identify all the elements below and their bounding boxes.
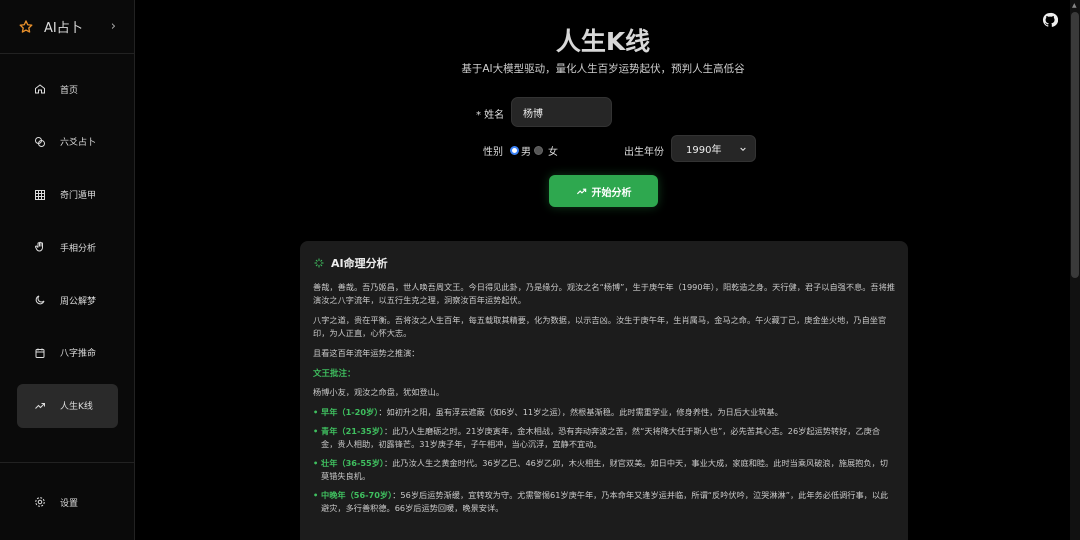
sidebar-nav: 首页 六爻占卜 奇门遁甲 手相分析 周公解梦 八字推命 人生K线 — [17, 67, 118, 437]
page-title: 人生K线 — [555, 27, 651, 56]
list-item-key: 壮年（36-55岁） — [321, 458, 385, 468]
sidebar-item-kline[interactable]: 人生K线 — [17, 383, 118, 428]
result-section-title: 文王批注： — [313, 369, 356, 379]
list-item-text: ：此乃汝人生之黄金时代。36岁乙巳、46岁乙卯，木火相生，财官双美。如日中天，事… — [321, 458, 888, 481]
list-item: • 青年（21-35岁）：此乃人生磨砺之时。21岁庚寅年，金木相战，恐有奔动奔波之… — [313, 426, 881, 449]
calendar-icon — [35, 348, 45, 358]
sidebar-item-label: 奇门遁甲 — [60, 191, 97, 202]
sidebar-item-label: 八字推命 — [60, 349, 97, 360]
sidebar-item-label: 人生K线 — [60, 402, 93, 413]
gender-radio-group: 男 女 — [510, 143, 558, 158]
result-header: AI命理分析 — [313, 255, 895, 271]
brand-title: AI占卜 — [44, 21, 83, 36]
sidebar-footer: 设置 — [0, 462, 135, 540]
chevron-right-icon[interactable]: › — [111, 19, 116, 34]
sidebar-item-dream[interactable]: 周公解梦 — [17, 278, 118, 322]
name-input[interactable] — [511, 97, 612, 127]
birth-year-label: 出生年份 — [624, 147, 664, 158]
sidebar-item-qimen[interactable]: 奇门遁甲 — [17, 173, 118, 217]
list-item: • 壮年（36-55岁）：此乃汝人生之黄金时代。36岁乙巳、46岁乙卯，木火相生，… — [313, 458, 888, 481]
gender-label: 性别 — [483, 147, 503, 158]
list-item-key: 早年（1-20岁） — [321, 407, 379, 417]
hand-icon — [34, 242, 43, 252]
list-item-text: ：此乃人生磨砺之时。21岁庚寅年，金木相战，恐有奔动奔波之苦，然“天将降大任于斯… — [321, 426, 881, 449]
list-item-key: 青年（21-35岁） — [321, 426, 385, 436]
result-paragraph: 且看这百年流年运势之推演： — [313, 348, 420, 358]
scrollbar-track[interactable]: ▲ — [1070, 0, 1080, 540]
gender-male-label[interactable]: 男 — [521, 143, 531, 158]
list-item-text: ：56岁后运势渐缓，宜转攻为守。尤需警惕61岁庚午年，乃本命年又逢岁运并临，所谓… — [321, 490, 889, 513]
scroll-up-arrow[interactable]: ▲ — [1072, 2, 1078, 9]
sidebar: AI占卜 › 首页 六爻占卜 奇门遁甲 手相分析 周公解梦 八字推命 人生K线 … — [0, 0, 135, 540]
list-item: • 中晚年（56-70岁）：56岁后运势渐缓，宜转攻为守。尤需警惕61岁庚午年，乃… — [313, 490, 889, 513]
grid-icon — [35, 189, 45, 200]
list-item-text: ：如初升之阳，虽有浮云遮蔽（如6岁、11岁之运），然根基渐稳。此时需重学业，修身… — [378, 407, 783, 417]
sidebar-item-home[interactable]: 首页 — [17, 67, 118, 111]
sidebar-item-label: 首页 — [60, 85, 79, 96]
result-paragraph: 杨博小友，观汝之命盘，犹如登山。 — [313, 387, 445, 397]
home-icon — [35, 84, 45, 94]
sidebar-item-liuyao[interactable]: 六爻占卜 — [17, 120, 118, 164]
main-content: 人生K线 基于AI大模型驱动，量化人生百岁运势起伏，预判人生高低谷 * 姓名 性… — [136, 0, 1070, 540]
sidebar-item-bazi[interactable]: 八字推命 — [17, 331, 118, 375]
settings-label: 设置 — [60, 498, 79, 509]
trending-up-icon — [35, 402, 45, 409]
gender-female-radio[interactable] — [534, 146, 543, 155]
sidebar-brand[interactable]: AI占卜 › — [0, 0, 134, 54]
sparkle-icon — [314, 258, 324, 268]
start-analysis-button[interactable]: 开始分析 — [549, 175, 658, 207]
gender-male-radio[interactable] — [510, 146, 519, 155]
page-subtitle: 基于AI大模型驱动，量化人生百岁运势起伏，预判人生高低谷 — [461, 63, 745, 75]
list-item-key: 中晚年（56-70岁） — [321, 490, 393, 500]
scrollbar-thumb[interactable] — [1071, 12, 1079, 278]
start-analysis-label: 开始分析 — [591, 187, 632, 199]
list-item: • 早年（1-20岁）：如初升之阳，虽有浮云遮蔽（如6岁、11岁之运），然根基渐稳… — [313, 407, 783, 417]
sidebar-item-label: 周公解梦 — [60, 296, 97, 307]
result-paragraph: 八字之道，贵在平衡。吾将汝之人生百年，每五载取其精要，化为数据，以示吉凶。汝生于… — [313, 315, 887, 338]
sidebar-item-label: 手相分析 — [60, 243, 97, 254]
sidebar-item-palm[interactable]: 手相分析 — [17, 225, 118, 269]
trending-up-icon — [576, 188, 586, 194]
gear-icon — [35, 497, 45, 507]
result-paragraph: 善哉，善哉。吾乃姬昌，世人唤吾周文王。今日得见此卦，乃是缘分。观汝之名“杨博”，… — [313, 282, 895, 305]
sidebar-item-settings[interactable]: 设置 — [17, 487, 118, 517]
analysis-result-card: AI命理分析 善哉，善哉。吾乃姬昌，世人唤吾周文王。今日得见此卦，乃是缘分。观汝… — [300, 241, 908, 540]
coins-icon — [35, 136, 45, 147]
moon-icon — [35, 295, 45, 305]
birth-year-select[interactable]: 1990年 — [671, 135, 756, 162]
result-title: AI命理分析 — [331, 257, 388, 270]
star-icon — [19, 19, 33, 33]
gender-female-label[interactable]: 女 — [548, 143, 558, 158]
name-label: * 姓名 — [476, 110, 505, 121]
sidebar-item-label: 六爻占卜 — [60, 138, 97, 149]
birth-year-value: 1990年 — [686, 145, 722, 156]
chevron-down-icon — [740, 147, 746, 151]
